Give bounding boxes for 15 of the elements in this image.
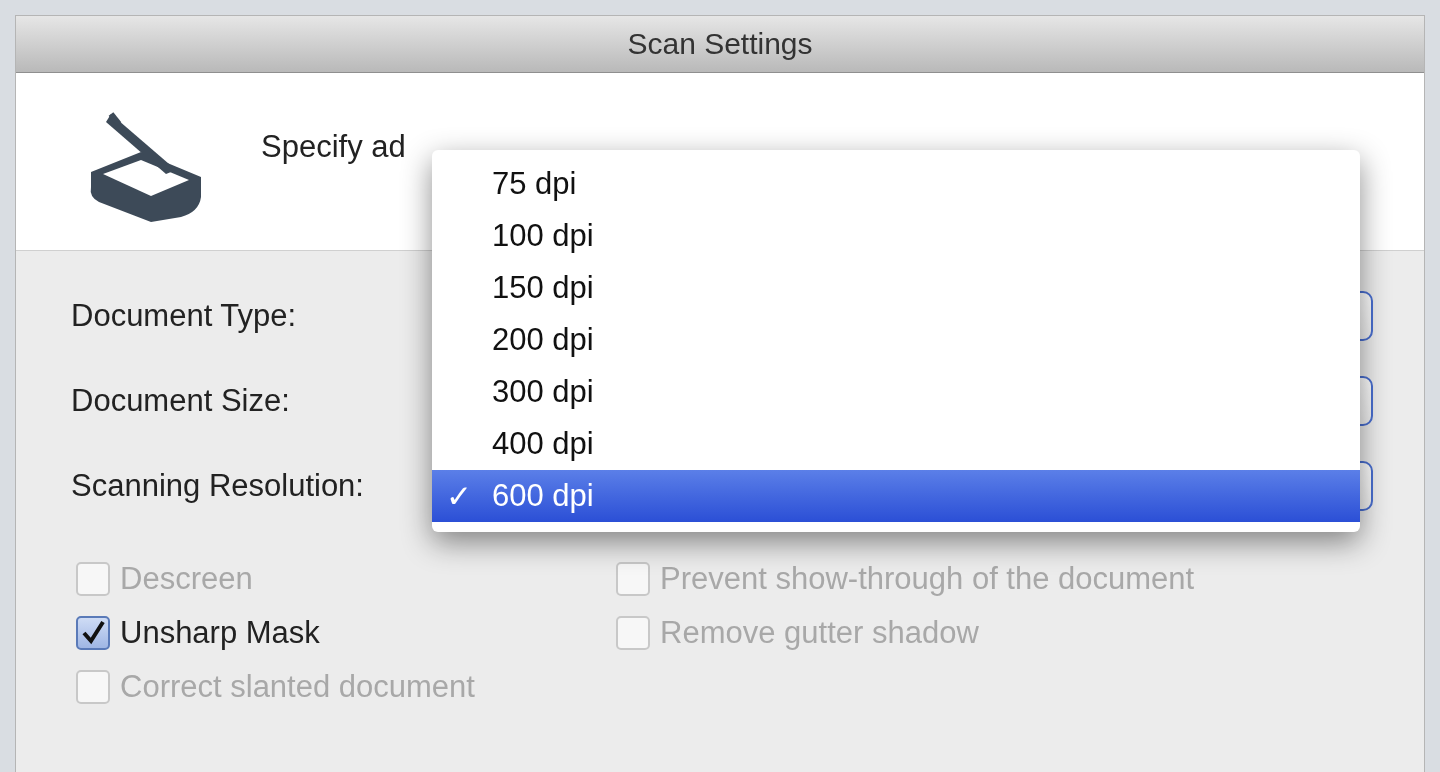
setting-label: Document Size: [71, 383, 291, 419]
menu-item[interactable]: 400 dpi [432, 418, 1360, 470]
header-text: Specify ad [261, 128, 406, 165]
menu-item[interactable]: 150 dpi [432, 262, 1360, 314]
checkbox[interactable] [76, 616, 110, 650]
menu-item[interactable]: ✓ 600 dpi [432, 470, 1360, 522]
setting-label: Scanning Resolution: [71, 468, 365, 504]
menu-item[interactable]: 300 dpi [432, 366, 1360, 418]
window-title: Scan Settings [627, 27, 813, 61]
menu-item[interactable]: 100 dpi [432, 210, 1360, 262]
menu-item[interactable]: 75 dpi [432, 158, 1360, 210]
setting-label: Document Type: [71, 298, 298, 334]
checkbox-option[interactable]: Unsharp Mask [76, 615, 616, 651]
checkmark: ✓ [446, 477, 472, 515]
menu-item[interactable]: 200 dpi [432, 314, 1360, 366]
